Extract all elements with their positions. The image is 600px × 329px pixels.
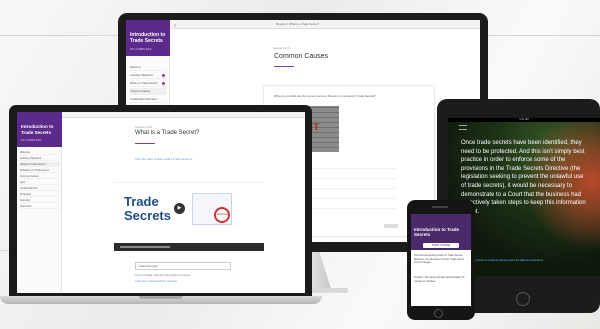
video-controls[interactable] <box>114 243 264 251</box>
transcript-link[interactable]: Click here to download the transcript. <box>135 280 178 283</box>
laptop-screen: Introduction to Trade Secrets 0% COMPLET… <box>17 112 305 293</box>
laptop-sidebar-item-active[interactable]: What is a Trade Secret? <box>20 162 60 167</box>
laptop-sidebar-item[interactable]: Confidential Info <box>20 186 60 191</box>
laptop-notch <box>139 296 183 299</box>
phone-duration-text: Duration: The course will take approxima… <box>414 276 465 283</box>
laptop-sidebar-item[interactable]: Protecting <box>20 192 60 197</box>
laptop-sidebar-item[interactable]: Summary <box>20 198 60 203</box>
laptop-sidebar-item[interactable]: Resources <box>20 204 60 209</box>
quiz-select[interactable]: Select the Quiz ⌄ <box>135 262 231 270</box>
desktop-lesson-sub: Lesson 4 of 9 <box>273 46 290 50</box>
desktop-course-title: Introduction to Trade Secrets <box>130 32 166 44</box>
phone-screen: Introduction to Trade Secrets START COUR… <box>411 214 471 306</box>
laptop-progress-text: 0% COMPLETE <box>21 138 42 142</box>
laptop-sidebar-item[interactable]: Common Causes <box>20 174 60 179</box>
video-progress-bar[interactable] <box>120 246 170 248</box>
laptop-sidebar-item[interactable]: Learning Objectives <box>20 156 60 161</box>
seal-text: APPROVED <box>217 214 230 216</box>
completed-check-icon <box>162 82 165 85</box>
completed-check-icon <box>162 74 165 77</box>
phone-body-text: This short eLearning course on Trade Sec… <box>414 254 465 265</box>
trade-secrets-video[interactable]: Trade Secrets APPROVED ▶ <box>114 182 264 244</box>
laptop-sidebar-header: Introduction to Trade Secrets 0% COMPLET… <box>17 112 62 147</box>
desktop-sidebar-item[interactable]: Welcome <box>130 64 166 71</box>
tablet-home-button[interactable] <box>516 292 530 306</box>
tablet-body-text: Once trade secrets have been identified,… <box>461 140 586 215</box>
tablet-continue-link[interactable]: Click the next button to continue learni… <box>461 259 591 262</box>
video-title: Trade Secrets <box>124 194 171 223</box>
desktop-lesson-title: Common Causes <box>274 53 329 60</box>
laptop-sidebar: Introduction to Trade Secrets 0% COMPLET… <box>17 112 62 293</box>
laptop-course-title: Introduction to Trade Secrets <box>21 124 54 135</box>
tablet-status-bar: 9:41 AM <box>448 118 600 122</box>
title-underline <box>274 66 294 67</box>
phone-speaker <box>432 206 448 208</box>
laptop-sidebar-item[interactable]: Welcome <box>20 150 60 155</box>
play-icon[interactable]: ▶ <box>174 203 185 214</box>
desktop-browser-title: Module 2: What is a Trade Secret? <box>276 22 320 26</box>
phone-header: Introduction to Trade Secrets START COUR… <box>411 214 471 250</box>
approved-seal-icon: APPROVED <box>214 207 230 223</box>
menu-icon[interactable]: ≡ <box>174 23 176 28</box>
laptop-note: Once complete, click the next button to … <box>135 274 191 277</box>
desktop-sidebar-item[interactable]: Confidential Information <box>130 96 166 103</box>
desktop-browser-bar: Module 2: What is a Trade Secret? <box>126 20 480 29</box>
laptop-lesson-title: What is a Trade Secret? <box>135 130 200 136</box>
laptop-lesson-sub: Lesson 3 of 9 <box>135 125 152 129</box>
phone-course-title: Introduction to Trade Secrets <box>414 227 459 238</box>
phone-home-button[interactable] <box>434 309 443 318</box>
laptop-sidebar-item[interactable]: Definition of a Trade Secret <box>20 168 60 173</box>
desktop-sidebar-header: Introduction to Trade Secrets 0% COMPLET… <box>126 20 170 56</box>
start-course-button[interactable]: START COURSE <box>423 243 459 248</box>
laptop-video-instruction-link[interactable]: Click the video to learn what a Trade Se… <box>135 157 193 161</box>
laptop-sidebar-item[interactable]: Quiz <box>20 180 60 185</box>
desktop-sidebar-item-active[interactable]: Common Causes <box>130 88 166 95</box>
desktop-sidebar-item[interactable]: What is a Trade Secret? <box>130 80 166 87</box>
menu-icon[interactable] <box>459 125 467 130</box>
desktop-progress-text: 0% COMPLETE <box>130 47 152 51</box>
submit-button[interactable] <box>384 224 398 228</box>
desktop-sidebar-item[interactable]: Learning Objectives <box>130 72 166 79</box>
title-underline <box>135 143 155 144</box>
desktop-question-text: What do you think are the top two common… <box>274 94 376 98</box>
tablet-status-time: 9:41 AM <box>519 118 529 121</box>
chevron-down-icon: ⌄ <box>224 264 227 268</box>
